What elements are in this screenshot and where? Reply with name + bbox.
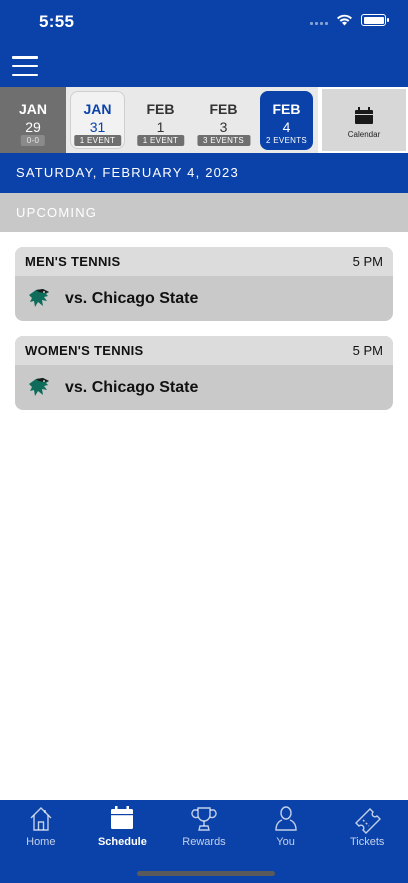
date-day: 3 xyxy=(219,119,228,135)
date-badge: 2 EVENTS xyxy=(265,136,308,145)
date-day: 31 xyxy=(89,119,106,135)
date-item-jan-29[interactable]: JAN 29 0-0 xyxy=(0,87,66,153)
date-strip: JAN 29 0-0 JAN 31 1 EVENT FEB 1 1 EVENT … xyxy=(0,87,408,153)
date-month: JAN xyxy=(18,101,47,117)
hamburger-icon xyxy=(12,56,38,59)
date-item-feb-4[interactable]: FEB 4 2 EVENTS xyxy=(255,87,318,153)
date-badge: 1 EVENT xyxy=(73,135,122,146)
menu-button[interactable] xyxy=(12,56,38,76)
status-time: 5:55 xyxy=(39,12,75,31)
calendar-label: Calendar xyxy=(347,130,381,139)
cellular-signal-icon xyxy=(310,15,328,25)
ticket-icon xyxy=(355,808,382,834)
tab-label: Home xyxy=(26,836,56,848)
battery-icon xyxy=(361,14,389,26)
section-header-upcoming: UPCOMING xyxy=(0,193,408,232)
tab-label: You xyxy=(276,836,295,848)
tab-label: Tickets xyxy=(349,836,385,848)
person-icon xyxy=(274,806,297,831)
team-logo-icon xyxy=(29,377,49,396)
event-opponent: vs. Chicago State xyxy=(65,378,199,396)
date-month: FEB xyxy=(272,101,301,117)
date-badge: 1 EVENT xyxy=(136,135,185,146)
wifi-icon xyxy=(337,14,352,26)
date-badge: 0-0 xyxy=(20,135,46,146)
status-icons xyxy=(310,14,389,26)
event-opponent: vs. Chicago State xyxy=(65,289,199,307)
date-item-feb-3[interactable]: FEB 3 3 EVENTS xyxy=(192,87,255,153)
date-day: 4 xyxy=(282,119,291,135)
event-sport: MEN'S TENNIS xyxy=(25,254,121,269)
event-card-header: MEN'S TENNIS 5 PM xyxy=(15,247,393,276)
tab-home[interactable]: Home xyxy=(0,800,82,883)
event-card[interactable]: MEN'S TENNIS 5 PM vs. Chicago State xyxy=(15,247,393,321)
team-logo-icon xyxy=(29,288,49,307)
event-time: 5 PM xyxy=(352,254,383,269)
calendar-icon xyxy=(111,806,134,829)
tab-label: Rewards xyxy=(182,836,226,848)
calendar-icon xyxy=(355,107,373,124)
trophy-icon xyxy=(191,807,217,831)
event-card[interactable]: WOMEN'S TENNIS 5 PM vs. Chicago State xyxy=(15,336,393,410)
date-day: 29 xyxy=(25,119,41,135)
event-card-header: WOMEN'S TENNIS 5 PM xyxy=(15,336,393,365)
date-day: 1 xyxy=(156,119,165,135)
date-month: FEB xyxy=(209,101,238,117)
date-month: JAN xyxy=(83,101,112,117)
event-card-body: vs. Chicago State xyxy=(15,365,393,410)
app-header: 5:55 xyxy=(0,0,408,87)
home-indicator xyxy=(137,871,275,876)
date-item-feb-1[interactable]: FEB 1 1 EVENT xyxy=(129,87,192,153)
event-card-body: vs. Chicago State xyxy=(15,276,393,321)
selected-date-header: SATURDAY, FEBRUARY 4, 2023 xyxy=(0,153,408,193)
calendar-button[interactable]: Calendar xyxy=(322,89,406,151)
home-icon xyxy=(30,807,52,831)
date-badge: 3 EVENTS xyxy=(196,135,251,146)
date-item-jan-31[interactable]: JAN 31 1 EVENT xyxy=(66,87,129,153)
date-month: FEB xyxy=(146,101,175,117)
tab-label: Schedule xyxy=(97,836,147,848)
event-time: 5 PM xyxy=(352,343,383,358)
event-sport: WOMEN'S TENNIS xyxy=(25,343,144,358)
tab-tickets[interactable]: Tickets xyxy=(326,800,408,883)
